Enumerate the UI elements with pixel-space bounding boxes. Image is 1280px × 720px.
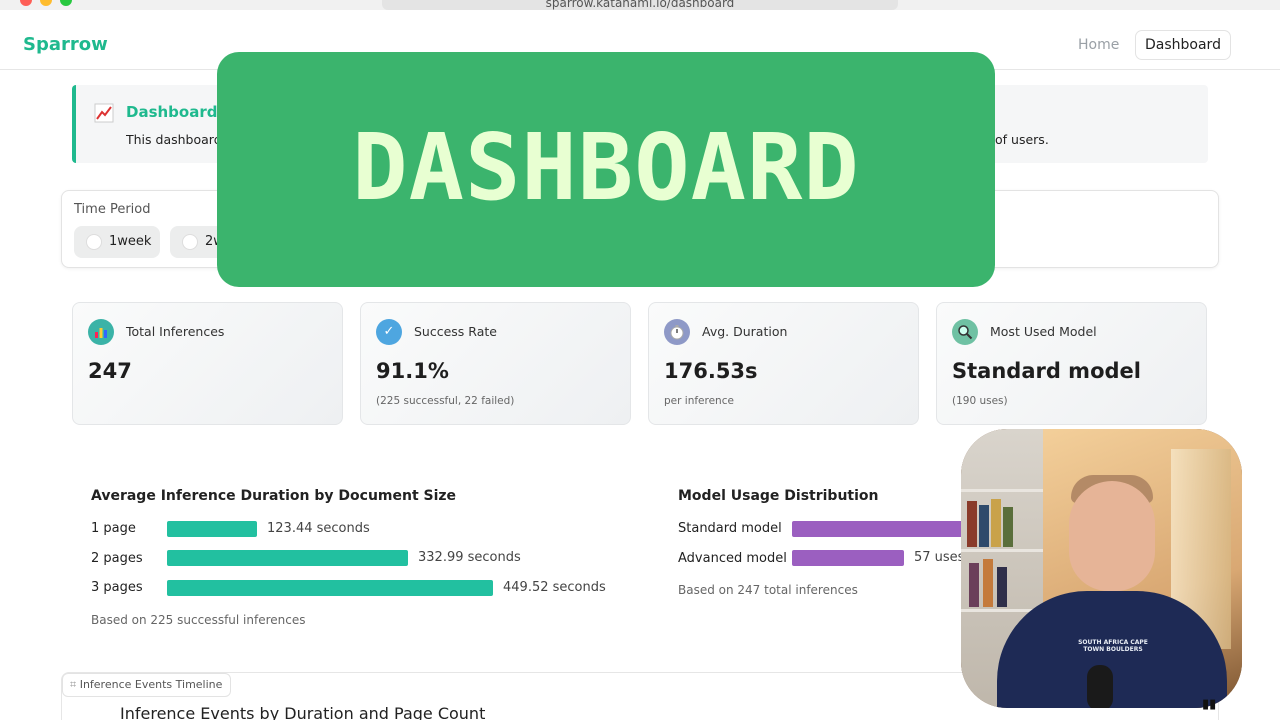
chart-title: Average Inference Duration by Document S…	[91, 488, 457, 504]
radio-button[interactable]	[182, 234, 198, 250]
time-period-label: Time Period	[74, 202, 151, 217]
metric-card-success-rate: ✓ Success Rate 91.1% (225 successful, 22…	[360, 302, 631, 425]
metric-value: 176.53s	[664, 359, 758, 383]
nav-home-link[interactable]: Home	[1078, 37, 1119, 53]
bar-value-label: 332.99 seconds	[418, 550, 521, 565]
magnifier-icon	[952, 319, 978, 345]
bar-label: Advanced model	[678, 551, 787, 566]
bar-2	[792, 550, 904, 566]
chart-icon: ⌗	[70, 678, 77, 691]
bar-2	[167, 550, 408, 566]
chart-increasing-icon	[94, 103, 114, 128]
bar-label: 3 pages	[91, 580, 143, 595]
minimize-window-icon[interactable]	[40, 0, 52, 6]
bar-label: 1 page	[91, 521, 136, 536]
chart-note: Based on 225 successful inferences	[91, 613, 306, 627]
stopwatch-icon	[664, 319, 690, 345]
banner-text-start: This dashboard	[126, 132, 222, 147]
metric-card-avg-duration: Avg. Duration 176.53s per inference	[648, 302, 919, 425]
bar-chart-icon	[88, 319, 114, 345]
bar-value-label: 57 uses	[914, 550, 965, 565]
shirt-print: SOUTH AFRICA CAPE TOWN BOULDERS	[1078, 639, 1148, 653]
metric-subtext: per inference	[664, 395, 734, 407]
radio-button[interactable]	[86, 234, 102, 250]
screen: sparrow.katanaml.io/dashboard Sparrow Ho…	[0, 0, 1280, 720]
title-overlay: DASHBOARD	[217, 52, 995, 287]
bar-value-label: 449.52 seconds	[503, 580, 606, 595]
bar-value-label: 123.44 seconds	[267, 521, 370, 536]
webcam-feed: SOUTH AFRICA CAPE TOWN BOULDERS	[961, 429, 1242, 708]
metric-subtext: (225 successful, 22 failed)	[376, 395, 515, 407]
overlay-title: DASHBOARD	[352, 114, 860, 221]
nav-dashboard-link[interactable]: Dashboard	[1135, 30, 1231, 60]
bar-1	[167, 521, 257, 537]
microphone	[1087, 665, 1113, 708]
metric-value: Standard model	[952, 359, 1141, 383]
metric-card-most-used-model: Most Used Model Standard model (190 uses…	[936, 302, 1207, 425]
period-option-1week[interactable]: 1week	[74, 226, 160, 258]
close-window-icon[interactable]	[20, 0, 32, 6]
metric-value: 91.1%	[376, 359, 449, 383]
browser-chrome: sparrow.katanaml.io/dashboard	[0, 0, 1280, 10]
audio-level-icon: ▮▮	[1202, 697, 1217, 712]
chart-note: Based on 247 total inferences	[678, 583, 858, 597]
metric-label: Total Inferences	[126, 324, 225, 339]
brand-logo[interactable]: Sparrow	[23, 34, 108, 55]
metric-card-total-inferences: Total Inferences 247	[72, 302, 343, 425]
metric-label: Avg. Duration	[702, 324, 788, 339]
metric-label: Most Used Model	[990, 324, 1097, 339]
bar-3	[167, 580, 493, 596]
maximize-window-icon[interactable]	[60, 0, 72, 6]
period-option-label: 1week	[109, 234, 152, 249]
timeline-chart-title: Inference Events by Duration and Page Co…	[120, 704, 486, 720]
check-icon: ✓	[376, 319, 402, 345]
bar-label: Standard model	[678, 521, 782, 536]
address-bar[interactable]: sparrow.katanaml.io/dashboard	[382, 0, 898, 10]
metric-label: Success Rate	[414, 324, 497, 339]
timeline-tab[interactable]: ⌗ Inference Events Timeline	[62, 673, 232, 697]
bar-label: 2 pages	[91, 551, 143, 566]
metric-value: 247	[88, 359, 132, 383]
chart-title: Model Usage Distribution	[678, 488, 879, 504]
metric-subtext: (190 uses)	[952, 395, 1008, 407]
timeline-tab-label: Inference Events Timeline	[79, 678, 223, 691]
person-head	[1069, 481, 1155, 591]
